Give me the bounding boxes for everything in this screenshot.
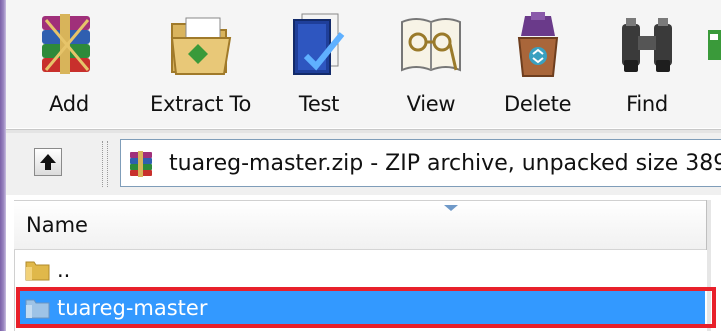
view-label: View <box>406 92 456 116</box>
up-folder-icon <box>40 154 56 170</box>
folder-icon <box>25 261 50 281</box>
view-icon <box>401 18 461 72</box>
list-item-label: tuareg-master <box>57 296 208 320</box>
test-icon <box>293 13 345 75</box>
view-button[interactable]: View <box>398 8 464 124</box>
winrar-archive-icon <box>130 151 152 177</box>
archive-path-field[interactable]: tuareg-master.zip - ZIP archive, unpacke… <box>120 139 721 187</box>
extract-to-label: Extract To <box>150 92 251 116</box>
address-bar: tuareg-master.zip - ZIP archive, unpacke… <box>6 133 721 195</box>
find-button[interactable]: Find <box>614 8 680 124</box>
test-label: Test <box>298 92 340 116</box>
delete-label: Delete <box>504 92 572 116</box>
toolbar: Add Extract To Test View Delete Find <box>6 0 721 128</box>
test-button[interactable]: Test <box>286 8 352 124</box>
up-one-level-button[interactable] <box>34 148 62 176</box>
list-item-parent[interactable]: .. <box>17 252 705 288</box>
add-label: Add <box>49 92 89 116</box>
find-icon <box>622 18 672 72</box>
list-item-label: .. <box>57 258 71 282</box>
add-button[interactable]: Add <box>36 8 102 124</box>
list-item-tuareg-master[interactable]: tuareg-master <box>17 290 705 326</box>
folder-icon <box>25 299 50 319</box>
file-list-header: Name <box>14 200 707 250</box>
delete-icon <box>517 12 558 77</box>
delete-button[interactable]: Delete <box>504 8 572 124</box>
toolbar-grip[interactable] <box>102 141 108 187</box>
sort-arrow-icon <box>444 205 458 211</box>
extract-to-icon <box>170 17 231 75</box>
column-header-name[interactable]: Name <box>26 213 88 237</box>
wizard-icon[interactable] <box>708 24 721 64</box>
file-list: .. tuareg-master <box>14 250 707 331</box>
find-label: Find <box>626 92 668 116</box>
add-archive-icon <box>42 14 90 74</box>
archive-info-text: tuareg-master.zip - ZIP archive, unpacke… <box>169 150 721 176</box>
extract-to-button[interactable]: Extract To <box>150 8 251 124</box>
